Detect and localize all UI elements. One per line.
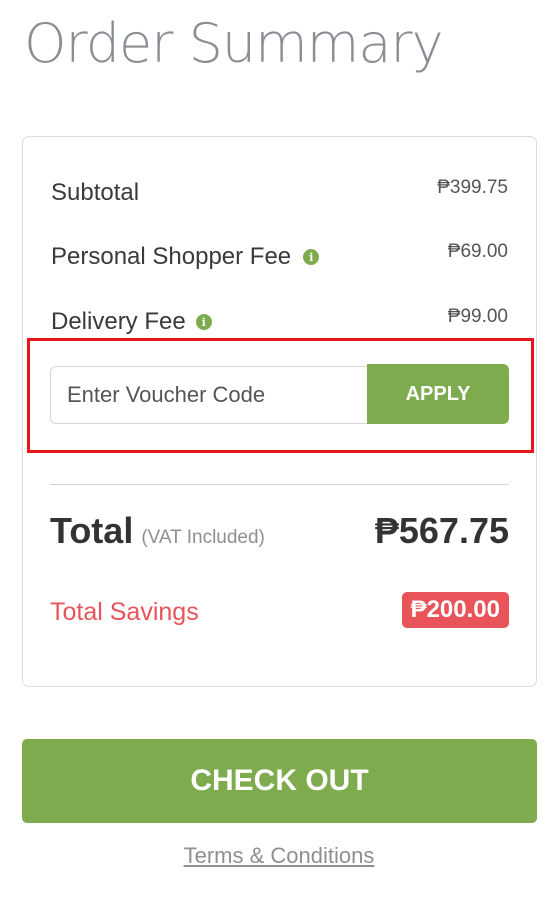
personal-shopper-fee-amount: ₱69.00 (447, 241, 508, 262)
divider (50, 484, 509, 485)
delivery-fee-amount: ₱99.00 (447, 306, 508, 327)
total-label: Total (50, 510, 134, 551)
apply-voucher-button[interactable]: APPLY (367, 364, 509, 424)
info-icon[interactable]: i (303, 249, 320, 265)
delivery-fee-label: Delivery Fee i (51, 308, 212, 336)
personal-shopper-fee-label-text: Personal Shopper Fee (51, 243, 292, 270)
total-amount: ₱567.75 (374, 510, 509, 551)
subtotal-label-text: Subtotal (51, 179, 140, 206)
subtotal-amount: ₱399.75 (437, 177, 508, 198)
total-savings-label: Total Savings (50, 598, 199, 626)
subtotal-label: Subtotal (51, 179, 139, 207)
terms-and-conditions-link[interactable]: Terms & Conditions (0, 843, 558, 869)
total-savings-badge: ₱200.00 (401, 592, 509, 628)
info-icon[interactable]: i (195, 314, 212, 330)
voucher-code-input[interactable] (50, 366, 370, 424)
total-label-row: Total (VAT Included) (50, 510, 265, 552)
checkout-button[interactable]: CHECK OUT (22, 739, 537, 823)
delivery-fee-label-text: Delivery Fee (51, 308, 186, 335)
vat-note: (VAT Included) (141, 527, 265, 548)
personal-shopper-fee-label: Personal Shopper Fee i (51, 243, 320, 271)
page-title: Order Summary (24, 12, 444, 75)
